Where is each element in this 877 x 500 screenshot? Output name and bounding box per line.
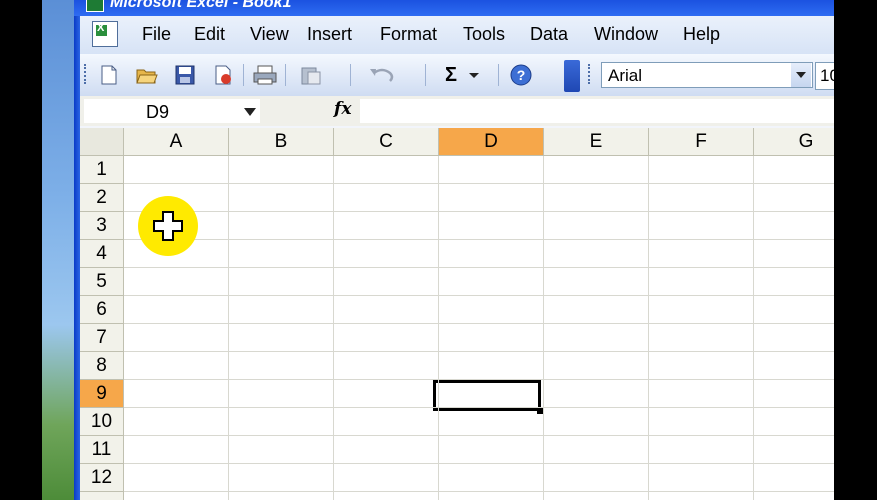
row-header-2[interactable]: 2 [80, 184, 124, 212]
grid-line [333, 156, 334, 500]
chevron-down-icon[interactable] [242, 104, 258, 120]
menu-format[interactable]: Format [380, 24, 437, 45]
row-header-10[interactable]: 10 [80, 408, 124, 436]
cell-area[interactable] [124, 156, 834, 500]
menu-file[interactable]: File [142, 24, 171, 45]
autosum-icon[interactable]: Σ [440, 62, 486, 88]
print-icon[interactable] [252, 62, 278, 88]
open-icon[interactable] [134, 62, 160, 88]
row-header-13[interactable] [80, 492, 124, 500]
grid-line [228, 156, 229, 500]
excel-app-icon [86, 0, 104, 12]
menu-window[interactable]: Window [594, 24, 658, 45]
column-header-d[interactable]: D [439, 128, 544, 156]
svg-text:?: ? [517, 67, 526, 83]
paste-icon[interactable] [300, 62, 326, 88]
row-header-5[interactable]: 5 [80, 268, 124, 296]
grid-line [124, 267, 834, 268]
font-size-value: 10 [820, 66, 834, 85]
menu-help[interactable]: Help [683, 24, 720, 45]
menu-bar: File Edit View Insert Format Tools Data … [80, 16, 834, 54]
font-name-value: Arial [608, 66, 643, 85]
menu-data[interactable]: Data [530, 24, 568, 45]
row-header-8[interactable]: 8 [80, 352, 124, 380]
grid-line [124, 211, 834, 212]
formula-bar: D9 fx [80, 96, 834, 126]
grid-line [438, 156, 439, 500]
toolbar-separator [243, 64, 244, 86]
column-header-a[interactable]: A [124, 128, 229, 156]
insert-function-button[interactable]: fx [334, 99, 351, 119]
toolbar-separator [350, 64, 351, 86]
permission-icon[interactable] [210, 62, 236, 88]
menu-edit[interactable]: Edit [194, 24, 225, 45]
grid-line [543, 156, 544, 500]
cursor-highlight [138, 196, 198, 256]
help-icon[interactable]: ? [508, 62, 534, 88]
menu-insert[interactable]: Insert [307, 24, 352, 45]
menu-view[interactable]: View [250, 24, 289, 45]
column-header-f[interactable]: F [649, 128, 754, 156]
toolbar-grip[interactable] [588, 64, 593, 84]
save-icon[interactable] [172, 62, 198, 88]
grid-line [124, 491, 834, 492]
font-name-dropdown[interactable]: Arial [601, 62, 813, 88]
toolbar-grip[interactable] [84, 64, 89, 84]
toolbar-separator [498, 64, 499, 86]
name-box-value: D9 [146, 102, 170, 122]
chevron-down-icon[interactable] [791, 63, 811, 87]
undo-icon[interactable] [368, 62, 394, 88]
grid-line [648, 156, 649, 500]
grid-line [124, 351, 834, 352]
row-header-12[interactable]: 12 [80, 464, 124, 492]
cell-cursor-icon [153, 211, 183, 241]
grid-line [124, 379, 834, 380]
grid-line [124, 183, 834, 184]
column-header-e[interactable]: E [544, 128, 649, 156]
column-header-b[interactable]: B [229, 128, 334, 156]
title-bar[interactable]: Microsoft Excel - Book1 [74, 0, 834, 16]
name-box[interactable]: D9 [84, 99, 260, 123]
select-all-corner[interactable] [80, 128, 124, 156]
grid-line [124, 435, 834, 436]
row-header-4[interactable]: 4 [80, 240, 124, 268]
standard-toolbar: Σ ? Arial 10 [80, 54, 834, 97]
grid-line [124, 407, 834, 408]
toolbar-separator [285, 64, 286, 86]
row-header-6[interactable]: 6 [80, 296, 124, 324]
column-header-g[interactable]: G [754, 128, 834, 156]
grid-line [753, 156, 754, 500]
window-title: Microsoft Excel - Book1 [110, 0, 292, 11]
new-icon[interactable] [96, 62, 122, 88]
font-size-dropdown[interactable]: 10 [815, 62, 834, 90]
row-header-11[interactable]: 11 [80, 436, 124, 464]
row-header-7[interactable]: 7 [80, 324, 124, 352]
row-header-3[interactable]: 3 [80, 212, 124, 240]
row-header-9[interactable]: 9 [80, 380, 124, 408]
menu-tools[interactable]: Tools [463, 24, 505, 45]
grid-line [124, 463, 834, 464]
autosum-glyph: Σ [444, 63, 457, 86]
grid-line [124, 323, 834, 324]
column-header-c[interactable]: C [334, 128, 439, 156]
toolbar-options-chevron[interactable] [564, 60, 580, 92]
grid-line [124, 239, 834, 240]
formula-input[interactable] [360, 99, 834, 123]
workbook-icon[interactable] [92, 21, 118, 47]
toolbar-separator [425, 64, 426, 86]
grid-line [124, 295, 834, 296]
row-header-1[interactable]: 1 [80, 156, 124, 184]
